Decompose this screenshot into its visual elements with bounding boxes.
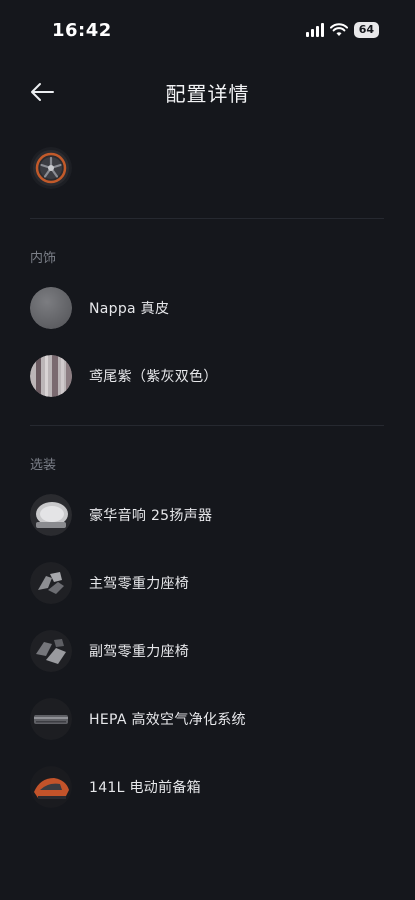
divider [30,218,384,219]
option-item-driver-seat[interactable]: 主驾零重力座椅 [30,561,189,605]
speaker-thumbnail [30,494,72,536]
item-label: 141L 电动前备箱 [89,780,201,796]
interior-item-nappa[interactable]: Nappa 真皮 [30,286,169,330]
status-icons: 64 [305,22,379,38]
section-title-options: 选装 [30,458,57,473]
leather-swatch [30,287,72,329]
battery-indicator: 64 [353,22,379,38]
wheel-row[interactable] [30,146,72,190]
option-item-audio[interactable]: 豪华音响 25扬声器 [30,493,212,537]
item-label: Nappa 真皮 [89,301,170,317]
status-time: 16:42 [52,20,112,41]
frunk-thumbnail [30,766,72,808]
nav-bar: 配置详情 [0,60,415,124]
wheel-thumbnail [30,147,72,189]
item-label: 鸢尾紫（紫灰双色） [89,369,218,385]
option-item-hepa[interactable]: HEPA 高效空气净化系统 [30,697,246,741]
signal-icon [305,23,324,37]
interior-item-iris-purple[interactable]: 鸢尾紫（紫灰双色） [30,354,218,398]
item-label: 豪华音响 25扬声器 [89,508,213,524]
wifi-icon [329,23,348,36]
option-item-passenger-seat[interactable]: 副驾零重力座椅 [30,629,189,673]
status-bar: 16:42 64 [0,0,415,60]
item-label: 副驾零重力座椅 [89,644,190,660]
seat-thumbnail [30,630,72,672]
filter-thumbnail [30,698,72,740]
section-title-interior: 内饰 [30,251,57,266]
seat-thumbnail [30,562,72,604]
page-title: 配置详情 [165,82,250,106]
two-tone-swatch [30,355,72,397]
item-label: 主驾零重力座椅 [89,576,190,592]
option-item-frunk[interactable]: 141L 电动前备箱 [30,765,201,809]
item-label: HEPA 高效空气净化系统 [89,712,246,728]
divider [30,425,384,426]
